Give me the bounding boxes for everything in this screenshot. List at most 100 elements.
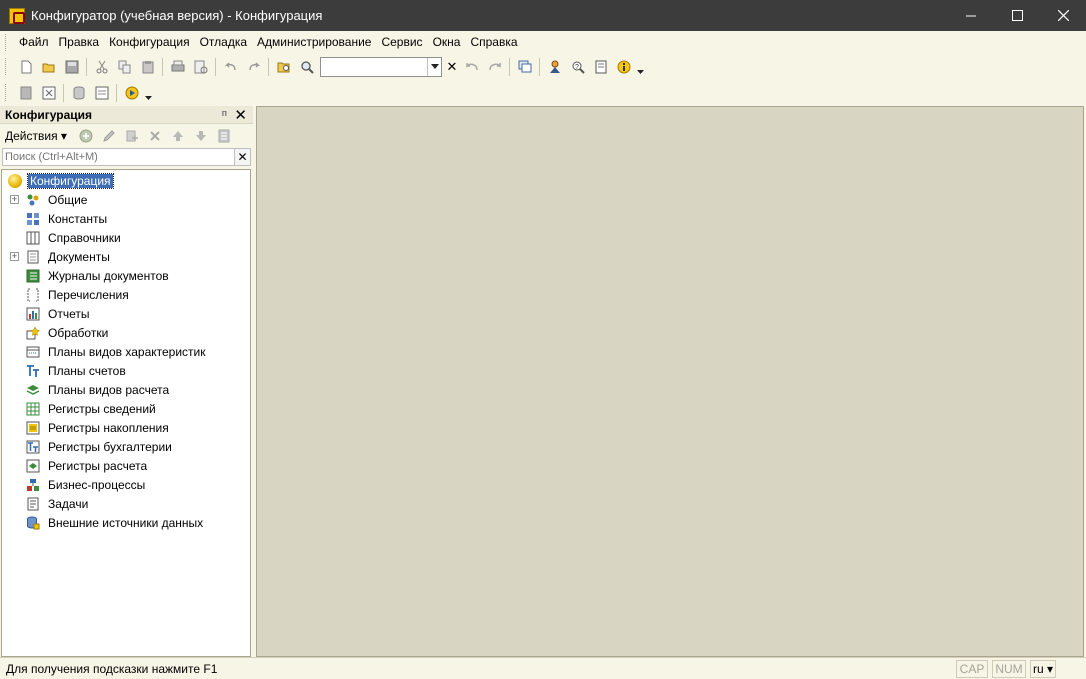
minimize-button[interactable] <box>948 0 994 31</box>
tree-item-calculation-types[interactable]: Планы видов расчета <box>2 380 250 399</box>
update-configuration-button[interactable] <box>37 82 60 104</box>
search-input[interactable] <box>321 58 427 76</box>
tree-item-enumerations[interactable]: Перечисления <box>2 285 250 304</box>
find-previous-button[interactable] <box>460 56 483 78</box>
tree-item-reports[interactable]: Отчеты <box>2 304 250 323</box>
tree-filter-input[interactable] <box>2 148 235 166</box>
window-controls <box>948 0 1086 31</box>
configuration-tree[interactable]: Конфигурация + Общие Константы Справочни… <box>1 169 251 657</box>
new-button[interactable] <box>14 56 37 78</box>
tree-item-business-processes[interactable]: Бизнес-процессы <box>2 475 250 494</box>
tree-root-row[interactable]: Конфигурация <box>2 171 250 190</box>
tree-item-common[interactable]: + Общие <box>2 190 250 209</box>
menu-windows[interactable]: Окна <box>428 31 466 54</box>
documents-icon <box>27 250 39 263</box>
open-configuration-button[interactable] <box>14 82 37 104</box>
redo-button[interactable] <box>242 56 265 78</box>
tree-item-charts-of-accounts[interactable]: Планы счетов <box>2 361 250 380</box>
object-properties-button[interactable] <box>90 82 113 104</box>
menu-grip[interactable] <box>5 34 8 51</box>
update-database-icon <box>42 86 55 99</box>
maximize-button[interactable] <box>994 0 1040 31</box>
tree-item-characteristic-types[interactable]: Планы видов характеристик <box>2 342 250 361</box>
tree-item-accounting-registers[interactable]: Регистры бухгалтерии <box>2 437 250 456</box>
tree-item-label: Константы <box>48 211 108 226</box>
find-previous-icon <box>465 62 478 70</box>
search-button[interactable] <box>295 56 318 78</box>
actions-menu-button[interactable]: Действия ▾ <box>5 129 67 143</box>
save-button[interactable] <box>60 56 83 78</box>
toolbar-grip[interactable] <box>5 58 8 75</box>
menu-administration[interactable]: Администрирование <box>252 31 376 54</box>
tree-item-document-journals[interactable]: Журналы документов <box>2 266 250 285</box>
print-preview-button[interactable] <box>189 56 212 78</box>
language-selector[interactable]: ru ▾ <box>1030 660 1056 678</box>
tree-item-documents[interactable]: + Документы <box>2 247 250 266</box>
tree-root-label[interactable]: Конфигурация <box>27 172 114 189</box>
cut-button[interactable] <box>90 56 113 78</box>
chevron-down-icon <box>430 64 439 69</box>
tree-item-external-data-sources[interactable]: Внешние источники данных <box>2 513 250 532</box>
information-registers-icon <box>26 402 40 415</box>
panel-pin-button[interactable]: ᴨ <box>222 108 227 118</box>
menu-configuration[interactable]: Конфигурация <box>104 31 195 54</box>
syntax-helper-button[interactable] <box>543 56 566 78</box>
tree-item-information-registers[interactable]: Регистры сведений <box>2 399 250 418</box>
expand-toggle[interactable]: + <box>10 195 19 204</box>
search-clear-button[interactable]: ✕ <box>444 57 460 77</box>
catalogs-icon <box>26 231 40 244</box>
move-down-button[interactable] <box>190 126 213 146</box>
open-button[interactable] <box>37 56 60 78</box>
tasks-icon <box>27 497 39 510</box>
tree-item-catalogs[interactable]: Справочники <box>2 228 250 247</box>
move-up-button[interactable] <box>167 126 190 146</box>
tree-item-label: Планы видов характеристик <box>48 344 206 359</box>
about-button[interactable] <box>612 56 635 78</box>
paste-button[interactable] <box>136 56 159 78</box>
menu-help[interactable]: Справка <box>465 31 522 54</box>
database-configuration-button[interactable] <box>67 82 90 104</box>
menu-file[interactable]: Файл <box>14 31 54 54</box>
delete-button[interactable] <box>144 126 167 146</box>
tree-item-label: Бизнес-процессы <box>48 477 146 492</box>
undo-button[interactable] <box>219 56 242 78</box>
sort-button[interactable] <box>213 126 236 146</box>
reports-icon <box>26 307 40 320</box>
print-button[interactable] <box>166 56 189 78</box>
tree-item-accumulation-registers[interactable]: Регистры накопления <box>2 418 250 437</box>
tree-item-label: Регистры расчета <box>48 458 148 473</box>
find-next-button[interactable] <box>483 56 506 78</box>
find-in-tree-button[interactable] <box>272 56 295 78</box>
copy-object-button[interactable] <box>121 126 144 146</box>
search-combo[interactable] <box>320 56 442 77</box>
menu-service[interactable]: Сервис <box>376 31 427 54</box>
windows-list-button[interactable] <box>513 56 536 78</box>
actions-menu-label: Действия <box>5 128 58 143</box>
copy-button[interactable] <box>113 56 136 78</box>
edit-button[interactable] <box>98 126 121 146</box>
menu-debug[interactable]: Отладка <box>195 31 252 54</box>
toolbar-overflow-button[interactable] <box>635 56 645 78</box>
tree-item-constants[interactable]: Константы <box>2 209 250 228</box>
debug-dropdown-button[interactable] <box>143 82 153 104</box>
panel-actions-bar: Действия ▾ <box>0 124 253 147</box>
search-dropdown-button[interactable] <box>427 57 441 76</box>
add-button[interactable] <box>75 126 98 146</box>
close-button[interactable] <box>1040 0 1086 31</box>
help-contents-button[interactable] <box>589 56 612 78</box>
redo-icon <box>248 61 260 70</box>
expand-toggle[interactable]: + <box>10 252 19 261</box>
arrow-up-icon <box>173 130 184 141</box>
window-title: Конфигуратор (учебная версия) - Конфигур… <box>31 8 323 23</box>
tree-item-tasks[interactable]: Задачи <box>2 494 250 513</box>
tree-filter-clear-button[interactable]: ✕ <box>235 148 251 166</box>
menu-edit[interactable]: Правка <box>54 31 105 54</box>
search-help-button[interactable]: ? <box>566 56 589 78</box>
enumerations-icon <box>27 288 39 301</box>
start-debugging-button[interactable] <box>120 82 143 104</box>
new-document-icon <box>21 60 31 73</box>
panel-close-button[interactable]: ✕ <box>234 106 247 124</box>
toolbar-grip[interactable] <box>5 84 8 101</box>
tree-item-calculation-registers[interactable]: Регистры расчета <box>2 456 250 475</box>
tree-item-data-processors[interactable]: Обработки <box>2 323 250 342</box>
